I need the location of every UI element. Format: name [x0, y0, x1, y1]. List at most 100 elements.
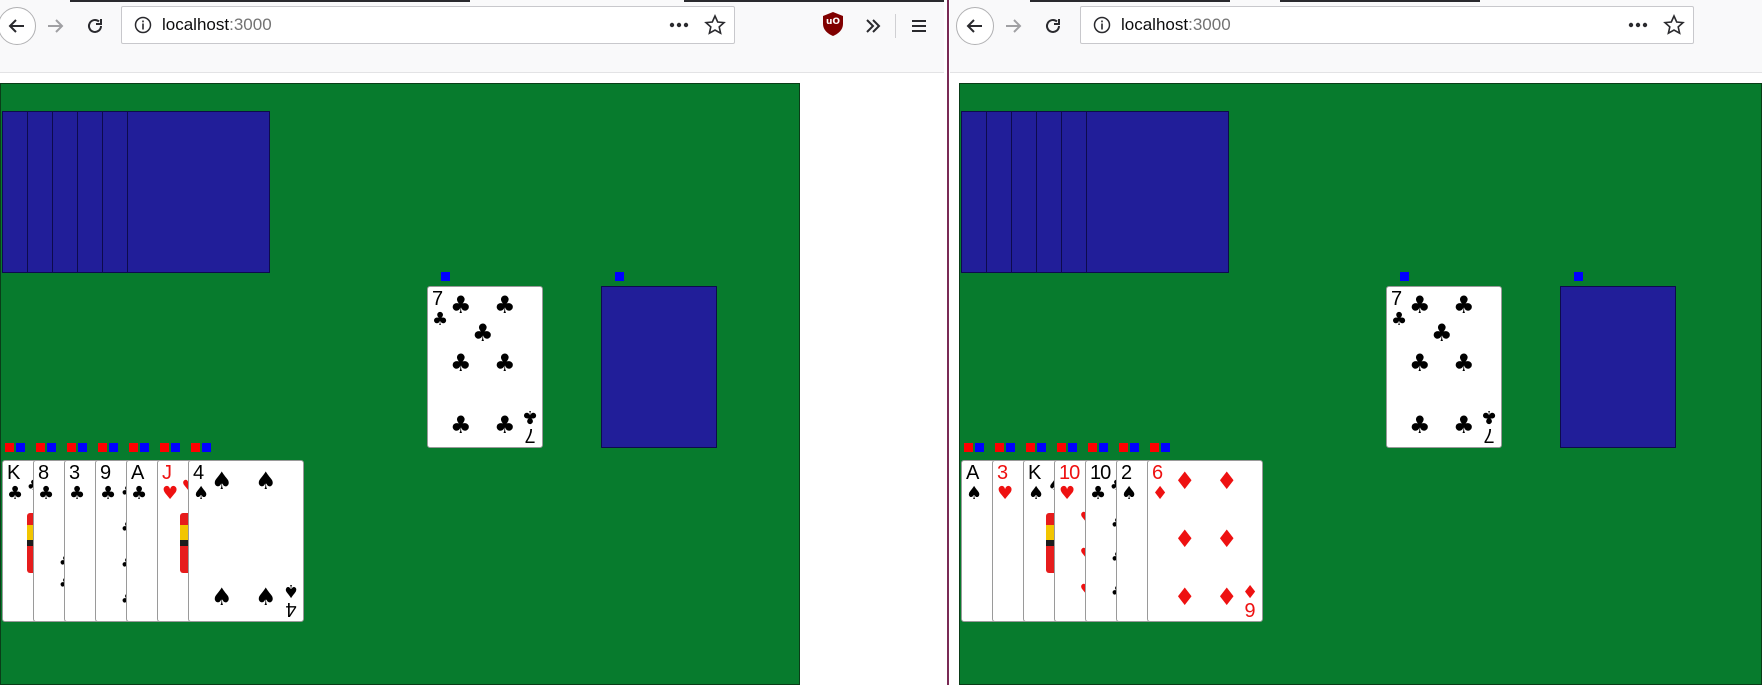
club-pip-icon: ♣ — [1431, 319, 1453, 347]
card-suit: ♣ — [7, 483, 24, 504]
back-arrow-icon — [8, 19, 24, 33]
url-host: localhost — [162, 15, 230, 34]
pile-marker — [1400, 272, 1409, 281]
tab-indicator — [1280, 0, 1480, 2]
bookmark-star-icon[interactable] — [704, 14, 726, 40]
marker-blue — [202, 443, 211, 452]
overflow-chevrons-icon — [866, 19, 881, 33]
card-suit: ♠ — [966, 483, 983, 504]
bookmark-star-icon[interactable] — [1663, 14, 1685, 40]
url-text[interactable]: localhost:3000 — [162, 15, 272, 35]
info-icon[interactable] — [134, 16, 152, 38]
card-corner-rotated: 6 ♦ — [1241, 580, 1258, 620]
page-actions-icon[interactable] — [668, 15, 690, 39]
marker-red — [160, 443, 169, 452]
page-actions-icon[interactable] — [1627, 15, 1649, 39]
back-button[interactable] — [0, 7, 36, 45]
reload-icon — [1046, 18, 1060, 33]
card-suit: ♦ — [1152, 483, 1169, 504]
marker-red — [964, 443, 973, 452]
hand-card[interactable]: 4 ♠ ♠ ♠ ♠ ♠ 4 ♠ — [188, 460, 304, 622]
browser-toolbar: localhost:3000 uO — [0, 0, 944, 73]
marker-blue — [47, 443, 56, 452]
card-rank: K — [1028, 462, 1041, 484]
card-rank: 3 — [997, 462, 1008, 484]
marker-blue — [140, 443, 149, 452]
club-pip-icon: ♣ — [472, 319, 494, 347]
browser-window-left: localhost:3000 uO 7 ♣ ♣ ♣ ♣ ♣ ♣ ♣ ♣ 7 ♣ … — [0, 0, 944, 685]
marker-blue — [1068, 443, 1077, 452]
forward-button[interactable] — [38, 9, 72, 43]
diamond-pip-icon: ♦ — [1216, 525, 1238, 553]
browser-window-right: localhost:3000 7 ♣ ♣ ♣ ♣ ♣ ♣ ♣ ♣ 7 ♣ A ♠… — [950, 0, 1762, 685]
club-pip-icon: ♣ — [1453, 291, 1475, 319]
marker-blue — [1130, 443, 1139, 452]
card-rank: 8 — [38, 462, 49, 484]
card-suit: ♣ — [432, 309, 449, 330]
card-suit: ♠ — [1121, 483, 1138, 504]
card-suit: ♠ — [193, 483, 210, 504]
toolbar-separator — [895, 14, 896, 38]
face-down-pile[interactable] — [1560, 286, 1676, 448]
club-pip-icon: ♣ — [450, 349, 472, 377]
marker-blue — [1037, 443, 1046, 452]
forward-arrow-icon — [48, 19, 64, 33]
marker-red — [1057, 443, 1066, 452]
discard-pile-card[interactable]: 7 ♣ ♣ ♣ ♣ ♣ ♣ ♣ ♣ 7 ♣ — [427, 286, 543, 448]
diamond-pip-icon: ♦ — [1174, 467, 1196, 495]
reload-button[interactable] — [78, 9, 112, 43]
marker-red — [129, 443, 138, 452]
marker-red — [98, 443, 107, 452]
forward-button[interactable] — [996, 9, 1030, 43]
face-down-pile[interactable] — [601, 286, 717, 448]
marker-red — [191, 443, 200, 452]
card-rank: J — [162, 462, 172, 484]
card-rank: 10 — [1090, 462, 1111, 484]
marker-blue — [1099, 443, 1108, 452]
marker-blue — [1161, 443, 1170, 452]
url-bar[interactable]: localhost:3000 — [1080, 6, 1694, 44]
card-suit: ♥ — [1059, 483, 1076, 504]
card-rank: 9 — [100, 462, 111, 484]
club-pip-icon: ♣ — [494, 349, 516, 377]
back-arrow-icon — [966, 19, 982, 33]
marker-blue — [975, 443, 984, 452]
card-suit: ♣ — [131, 483, 148, 504]
discard-pile-card[interactable]: 7 ♣ ♣ ♣ ♣ ♣ ♣ ♣ ♣ 7 ♣ — [1386, 286, 1502, 448]
url-bar[interactable]: localhost:3000 — [121, 6, 735, 44]
card-suit: ♣ — [38, 483, 55, 504]
draw-deck[interactable] — [2, 111, 270, 273]
card-rank: A — [966, 462, 979, 484]
overflow-button[interactable] — [856, 9, 890, 43]
hand-card[interactable]: 6 ♦ ♦ ♦ ♦ ♦ ♦ ♦ 6 ♦ — [1147, 460, 1263, 622]
game-table: 7 ♣ ♣ ♣ ♣ ♣ ♣ ♣ ♣ 7♣ K ♣ ♣ — [0, 83, 800, 685]
marker-red — [1119, 443, 1128, 452]
info-icon[interactable] — [1093, 16, 1111, 38]
club-pip-icon: ♣ — [1409, 291, 1431, 319]
url-text[interactable]: localhost:3000 — [1121, 15, 1231, 35]
card-rank: K — [7, 462, 20, 484]
club-pip-icon: ♣ — [494, 411, 516, 439]
back-button[interactable] — [956, 7, 994, 45]
marker-red — [1150, 443, 1159, 452]
url-port: :3000 — [1188, 15, 1231, 34]
card-corner-rotated: 7 ♣ — [1480, 406, 1497, 446]
menu-button[interactable] — [902, 9, 936, 43]
card-rank: 6 — [1152, 462, 1163, 484]
card-corner-rotated: 7 ♣ — [521, 406, 538, 446]
game-table: 7 ♣ ♣ ♣ ♣ ♣ ♣ ♣ ♣ 7 ♣ A ♠ 3 ♥ K ♠ 10 ♥ 1… — [959, 83, 1762, 685]
card-rank: A — [131, 462, 144, 484]
deck-card[interactable] — [1086, 111, 1229, 273]
card-suit: ♣ — [100, 483, 117, 504]
ublock-icon[interactable]: uO — [822, 11, 844, 37]
marker-red — [995, 443, 1004, 452]
diamond-pip-icon: ♦ — [1174, 583, 1196, 611]
pile-marker — [441, 272, 450, 281]
forward-arrow-icon — [1006, 19, 1022, 33]
club-pip-icon: ♣ — [450, 291, 472, 319]
draw-deck[interactable] — [961, 111, 1229, 273]
deck-card[interactable] — [127, 111, 270, 273]
marker-red — [5, 443, 14, 452]
reload-button[interactable] — [1036, 9, 1070, 43]
card-suit: ♥ — [162, 483, 179, 504]
